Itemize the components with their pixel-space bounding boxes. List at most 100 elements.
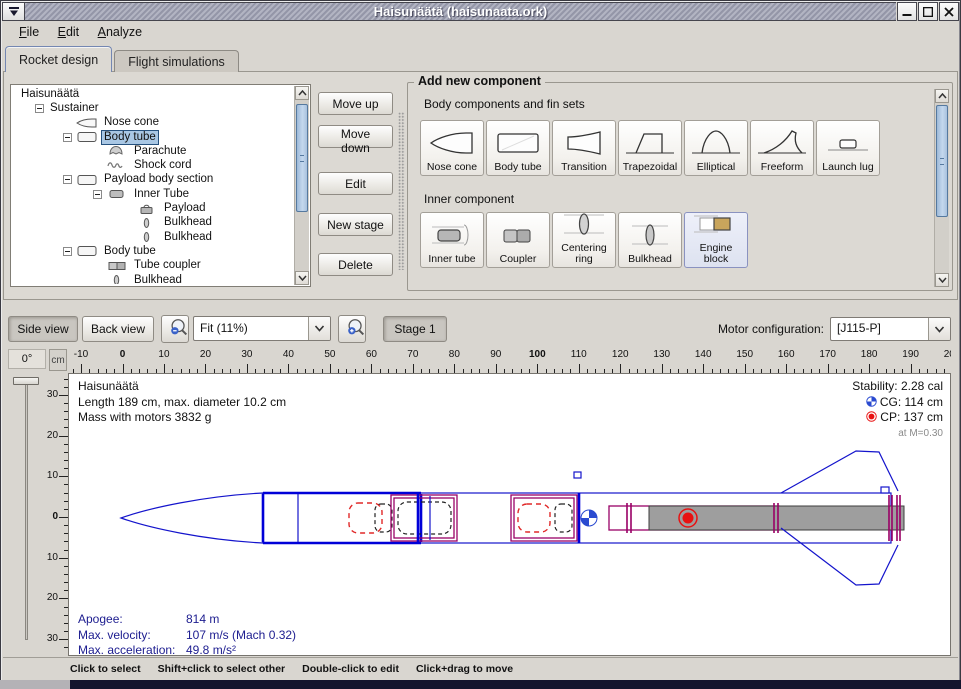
close-button[interactable] xyxy=(939,2,959,21)
body-tube-icon xyxy=(76,174,98,186)
maximize-button[interactable] xyxy=(918,2,938,21)
tree-item-label[interactable]: Sustainer xyxy=(48,102,101,115)
add-bulkhead-button[interactable]: Bulkhead xyxy=(618,212,682,268)
scroll-up-button[interactable] xyxy=(935,89,949,103)
tree-item[interactable]: Haisunäätä xyxy=(13,87,293,101)
tree-item[interactable]: Body tube xyxy=(13,244,293,258)
split-pane-divider[interactable] xyxy=(398,112,405,270)
tree-expander[interactable] xyxy=(63,247,72,256)
back-view-button[interactable]: Back view xyxy=(82,316,154,342)
tab-flight-simulations[interactable]: Flight simulations xyxy=(114,50,239,72)
tree-item-label[interactable]: Tube coupler xyxy=(132,259,203,272)
add-launch-lug-button[interactable]: Launch lug xyxy=(816,120,880,176)
ruler-label: 10 xyxy=(47,552,58,563)
tree-item-label[interactable]: Nose cone xyxy=(102,116,161,129)
tree-item[interactable]: Shock cord xyxy=(13,158,293,172)
scroll-down-button[interactable] xyxy=(935,273,949,287)
tree-item-label[interactable]: Bulkhead xyxy=(162,231,214,244)
tree-expander[interactable] xyxy=(35,104,44,113)
component-tree[interactable]: HaisunäätäSustainerNose coneBody tubePar… xyxy=(10,84,311,287)
vertical-ruler: -30-20-100102030 xyxy=(47,373,68,656)
add-nose-cone-button[interactable]: Nose cone xyxy=(420,120,484,176)
tree-item-label[interactable]: Bulkhead xyxy=(162,216,214,229)
tree-item[interactable]: Payload body section xyxy=(13,173,293,187)
tree-item-label[interactable]: Inner Tube xyxy=(132,188,191,201)
tree-item-label[interactable]: Payload xyxy=(162,202,208,215)
edit-button[interactable]: Edit xyxy=(318,172,393,195)
tree-item[interactable]: Inner Tube xyxy=(13,187,293,201)
tree-item-label[interactable]: Parachute xyxy=(132,145,188,158)
tree-item[interactable]: Sustainer xyxy=(13,101,293,115)
maximize-icon xyxy=(923,7,933,17)
tree-item-label[interactable]: Body tube xyxy=(102,131,158,144)
motor-configuration-label: Motor configuration: xyxy=(688,322,824,336)
tree-item[interactable]: Body tube xyxy=(13,130,293,144)
add-body-tube-button[interactable]: Body tube xyxy=(486,120,550,176)
tree-item[interactable]: Parachute xyxy=(13,144,293,158)
menu-item-edit[interactable]: Edit xyxy=(51,22,87,42)
tree-scrollbar-thumb[interactable] xyxy=(296,104,308,212)
tree-item-label[interactable]: Payload body section xyxy=(102,173,215,186)
tree-item-label[interactable]: Shock cord xyxy=(132,159,194,172)
zoom-level-combobox[interactable]: Fit (11%) xyxy=(193,316,331,341)
tree-expander[interactable] xyxy=(63,133,72,142)
add-centering-ring-button[interactable]: Centering ring xyxy=(552,212,616,268)
scroll-up-button[interactable] xyxy=(295,86,309,100)
zoom-in-button[interactable] xyxy=(338,315,366,343)
scroll-down-button[interactable] xyxy=(295,271,309,285)
tree-scrollbar[interactable] xyxy=(294,86,309,285)
rotation-slider-handle[interactable] xyxy=(13,377,39,385)
add-inner-tube-button[interactable]: Inner tube xyxy=(420,212,484,268)
inner-tube-icon xyxy=(424,219,480,254)
tree-item[interactable]: Bulkhead xyxy=(13,273,293,284)
add-coupler-button[interactable]: Coupler xyxy=(486,212,550,268)
window-menu-button[interactable] xyxy=(2,2,25,21)
ruler-label: 20 xyxy=(47,592,58,603)
status-hint: Shift+click to select other xyxy=(158,663,286,675)
chevron-down-icon xyxy=(314,325,325,332)
mach-condition: at M=0.30 xyxy=(852,426,943,442)
add-elliptical-button[interactable]: Elliptical xyxy=(684,120,748,176)
rocket-mass: Mass with motors 3832 g xyxy=(78,410,286,426)
tree-item[interactable]: Tube coupler xyxy=(13,259,293,273)
add-freeform-button[interactable]: Freeform xyxy=(750,120,814,176)
ruler-label: 30 xyxy=(241,349,252,360)
tree-item-label[interactable]: Bulkhead xyxy=(132,274,184,285)
tree-item-label[interactable]: Body tube xyxy=(102,245,158,258)
payload-icon xyxy=(136,203,158,215)
add-component-scrollbar[interactable] xyxy=(934,89,949,287)
minimize-button[interactable] xyxy=(897,2,917,21)
ruler-label: 30 xyxy=(47,633,58,644)
cg-icon xyxy=(866,396,877,407)
tree-item[interactable]: Bulkhead xyxy=(13,230,293,244)
combo-arrow-button[interactable] xyxy=(928,318,950,340)
add-trapezoidal-button[interactable]: Trapezoidal xyxy=(618,120,682,176)
tab-rocket-design[interactable]: Rocket design xyxy=(5,46,112,72)
new-stage-button[interactable]: New stage xyxy=(318,213,393,236)
tree-item-label[interactable]: Haisunäätä xyxy=(19,88,81,101)
rocket-design-canvas[interactable]: Haisunäätä Length 189 cm, max. diameter … xyxy=(68,373,951,656)
combo-arrow-button[interactable] xyxy=(308,317,330,340)
flight-stat-label: Apogee: xyxy=(78,612,186,628)
rotation-slider[interactable] xyxy=(25,380,28,640)
motor-configuration-combobox[interactable]: [J115-P] xyxy=(830,317,951,341)
add-transition-button[interactable]: Transition xyxy=(552,120,616,176)
tree-item[interactable]: Payload xyxy=(13,201,293,215)
tree-expander[interactable] xyxy=(63,175,72,184)
menu-item-analyze[interactable]: Analyze xyxy=(91,22,149,42)
component-button-label: Nose cone xyxy=(427,162,477,173)
tree-expander[interactable] xyxy=(93,190,102,199)
move-down-button[interactable]: Move down xyxy=(318,125,393,148)
app-window: Haisunäätä (haisunaata.ork) File Edit An… xyxy=(0,0,961,689)
tree-item[interactable]: Nose cone xyxy=(13,116,293,130)
move-up-button[interactable]: Move up xyxy=(318,92,393,115)
add-component-scrollbar-thumb[interactable] xyxy=(936,105,948,217)
side-view-button[interactable]: Side view xyxy=(8,316,78,342)
component-button-label: Trapezoidal xyxy=(623,162,677,173)
zoom-out-button[interactable] xyxy=(161,315,189,343)
tree-item[interactable]: Bulkhead xyxy=(13,216,293,230)
add-engine-block-button[interactable]: Engine block xyxy=(684,212,748,268)
menu-item-file[interactable]: File xyxy=(12,22,46,42)
delete-button[interactable]: Delete xyxy=(318,253,393,276)
stage-1-toggle[interactable]: Stage 1 xyxy=(383,316,447,342)
